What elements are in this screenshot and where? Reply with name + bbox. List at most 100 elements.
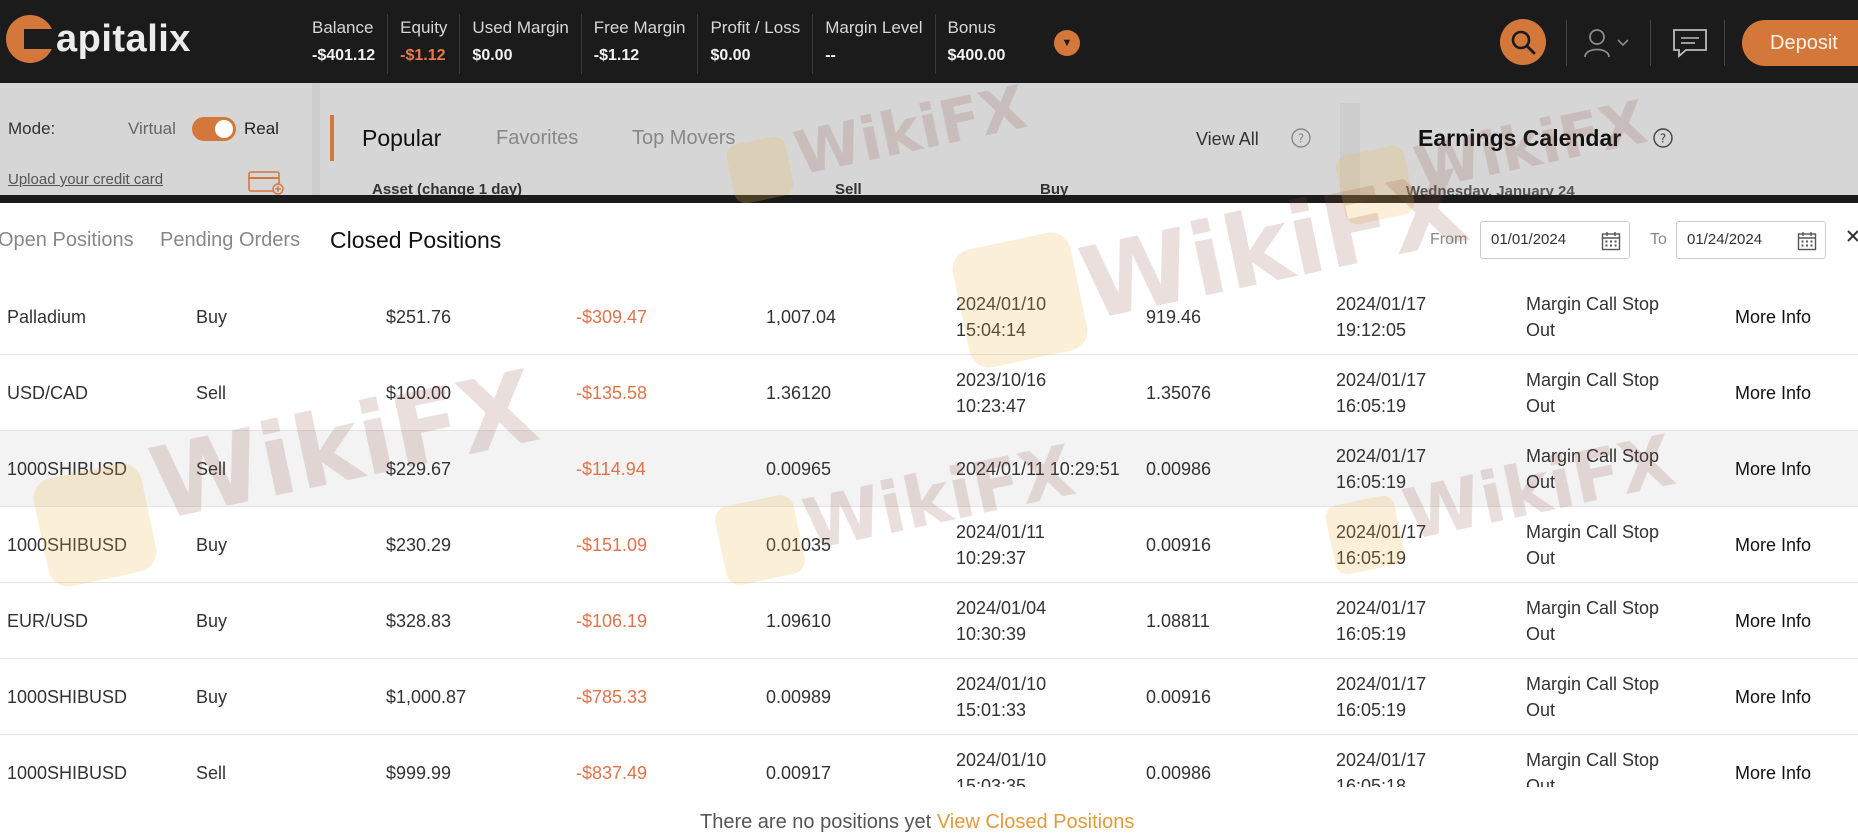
asset-cell: Palladium [7,307,87,327]
tab-closed-positions[interactable]: Closed Positions [330,227,501,254]
credit-card-icon[interactable] [248,169,284,195]
table-row[interactable]: 1000SHIBUSD Buy $230.29 -$151.09 0.01035… [0,507,1858,583]
empty-state-text: There are no positions yet [700,811,932,833]
stat-value: -$1.12 [593,47,640,64]
stats-expand-chevron-icon[interactable]: ▼ [1054,30,1080,56]
open-time-cell: 10:30:39 [956,624,1027,644]
more-info-link[interactable]: More Info [1735,608,1811,634]
close-reason-cell: Margin Call Stop [1526,446,1660,466]
amount-cell: $229.67 [386,459,452,479]
side-cell: Buy [196,307,228,327]
stat-label: Margin Level [825,18,923,37]
close-date-cell: 2024/01/17 [1336,522,1427,542]
close-time-cell: 16:05:19 [1336,396,1407,416]
tab-popular[interactable]: Popular [362,125,441,152]
search-icon [1511,30,1536,55]
close-date-cell: 2024/01/17 [1336,370,1427,390]
close-price-cell: 0.00986 [1146,459,1212,479]
svg-text:?: ? [1298,132,1304,146]
view-closed-positions-link[interactable]: View Closed Positions [937,811,1135,833]
to-date-value: 01/24/2024 [1687,231,1763,248]
stat-label: Equity [400,18,448,37]
open-time-cell: 15:03:35 [956,776,1027,787]
mode-virtual-label: Virtual [128,119,176,138]
from-date-input[interactable]: 01/01/2024 [1480,221,1630,259]
open-date-cell: 2024/01/04 [956,598,1047,618]
close-time-cell: 19:12:05 [1336,320,1407,340]
to-label: To [1650,231,1667,248]
to-date-input[interactable]: 01/24/2024 [1676,221,1826,259]
panel-separator [1340,103,1360,203]
open-price-cell: 0.00989 [766,687,832,707]
amount-cell: $999.99 [386,763,452,783]
open-price-cell: 0.00965 [766,459,832,479]
close-time-cell: 16:05:19 [1336,624,1407,644]
close-reason-cell: Margin Call Stop [1526,294,1660,314]
more-info-link[interactable]: More Info [1735,760,1811,786]
more-info-link[interactable]: More Info [1735,456,1811,482]
table-row[interactable]: 1000SHIBUSD Buy $1,000.87 -$785.33 0.009… [0,659,1858,735]
open-date-cell: 2024/01/11 [956,522,1045,542]
pl-cell: -$106.19 [576,611,648,631]
side-cell: Buy [196,687,228,707]
view-all-link[interactable]: View All [1196,129,1259,150]
close-price-cell: 0.00916 [1146,535,1212,555]
open-price-cell: 1.36120 [766,383,832,403]
amount-cell: $251.76 [386,307,452,327]
search-button[interactable] [1500,19,1546,65]
tab-top-movers[interactable]: Top Movers [632,127,735,150]
close-reason-cell: Out [1526,776,1556,787]
table-row[interactable]: 1000SHIBUSD Sell $999.99 -$837.49 0.0091… [0,735,1858,787]
close-price-cell: 1.08811 [1146,611,1210,631]
chat-icon [1673,29,1707,58]
table-row[interactable]: EUR/USD Buy $328.83 -$106.19 1.09610 202… [0,583,1858,659]
open-date-cell: 2024/01/11 10:29:51 [956,459,1120,479]
asset-cell: 1000SHIBUSD [7,687,128,707]
stat-label: Bonus [947,18,996,37]
tab-pending-orders[interactable]: Pending Orders [160,229,300,252]
calendar-icon[interactable] [1601,231,1621,251]
table-row[interactable]: Palladium Buy $251.76 -$309.47 1,007.04 … [0,279,1858,355]
stat-label: Balance [312,18,374,37]
mode-toggle[interactable] [192,117,236,141]
close-date-cell: 2024/01/17 [1336,598,1427,618]
close-reason-cell: Margin Call Stop [1526,674,1660,694]
asset-cell: 1000SHIBUSD [7,535,128,555]
more-info-link[interactable]: More Info [1735,684,1811,710]
pl-cell: -$135.58 [576,383,648,403]
mode-real-label: Real [244,119,279,138]
messages-button[interactable] [1670,26,1710,60]
stat-value: $0.00 [472,47,513,64]
brand-logo[interactable]: apitalix [6,14,191,64]
table-row[interactable]: 1000SHIBUSD Sell $229.67 -$114.94 0.0096… [0,431,1858,507]
tab-open-positions[interactable]: Open Positions [0,229,134,252]
more-info-link[interactable]: More Info [1735,532,1811,558]
close-date-cell: 2024/01/17 [1336,294,1427,314]
mode-label: Mode: [8,119,56,138]
tab-favorites[interactable]: Favorites [496,127,578,150]
header-divider [1566,20,1567,66]
more-info-link[interactable]: More Info [1735,304,1811,330]
amount-cell: $1,000.87 [386,687,467,707]
open-price-cell: 0.00917 [766,763,832,783]
empty-state-message: There are no positions yet View Closed P… [700,811,1134,834]
stat-equity: Equity -$1.12 [388,14,461,74]
close-date-cell: 2024/01/17 [1336,750,1427,770]
header-divider [1650,20,1651,66]
pl-cell: -$309.47 [576,307,648,327]
calendar-icon[interactable] [1797,231,1817,251]
deposit-button[interactable]: Deposit [1742,20,1858,66]
more-info-link[interactable]: More Info [1735,380,1811,406]
user-menu-button[interactable] [1582,26,1634,60]
close-icon[interactable] [1846,227,1858,251]
closed-positions-list: Palladium Buy $251.76 -$309.47 1,007.04 … [0,279,1858,787]
stat-free-margin: Free Margin -$1.12 [582,14,699,74]
table-row[interactable]: USD/CAD Sell $100.00 -$135.58 1.36120 20… [0,355,1858,431]
amount-cell: $328.83 [386,611,452,631]
popular-panel: Popular Favorites Top Movers View All ? … [330,103,1340,203]
help-icon[interactable]: ? [1290,127,1312,149]
upload-credit-card-link[interactable]: Upload your credit card [8,171,163,188]
stat-margin-level: Margin Level -- [813,14,936,74]
close-time-cell: 16:05:19 [1336,700,1407,720]
help-icon[interactable]: ? [1652,127,1674,149]
